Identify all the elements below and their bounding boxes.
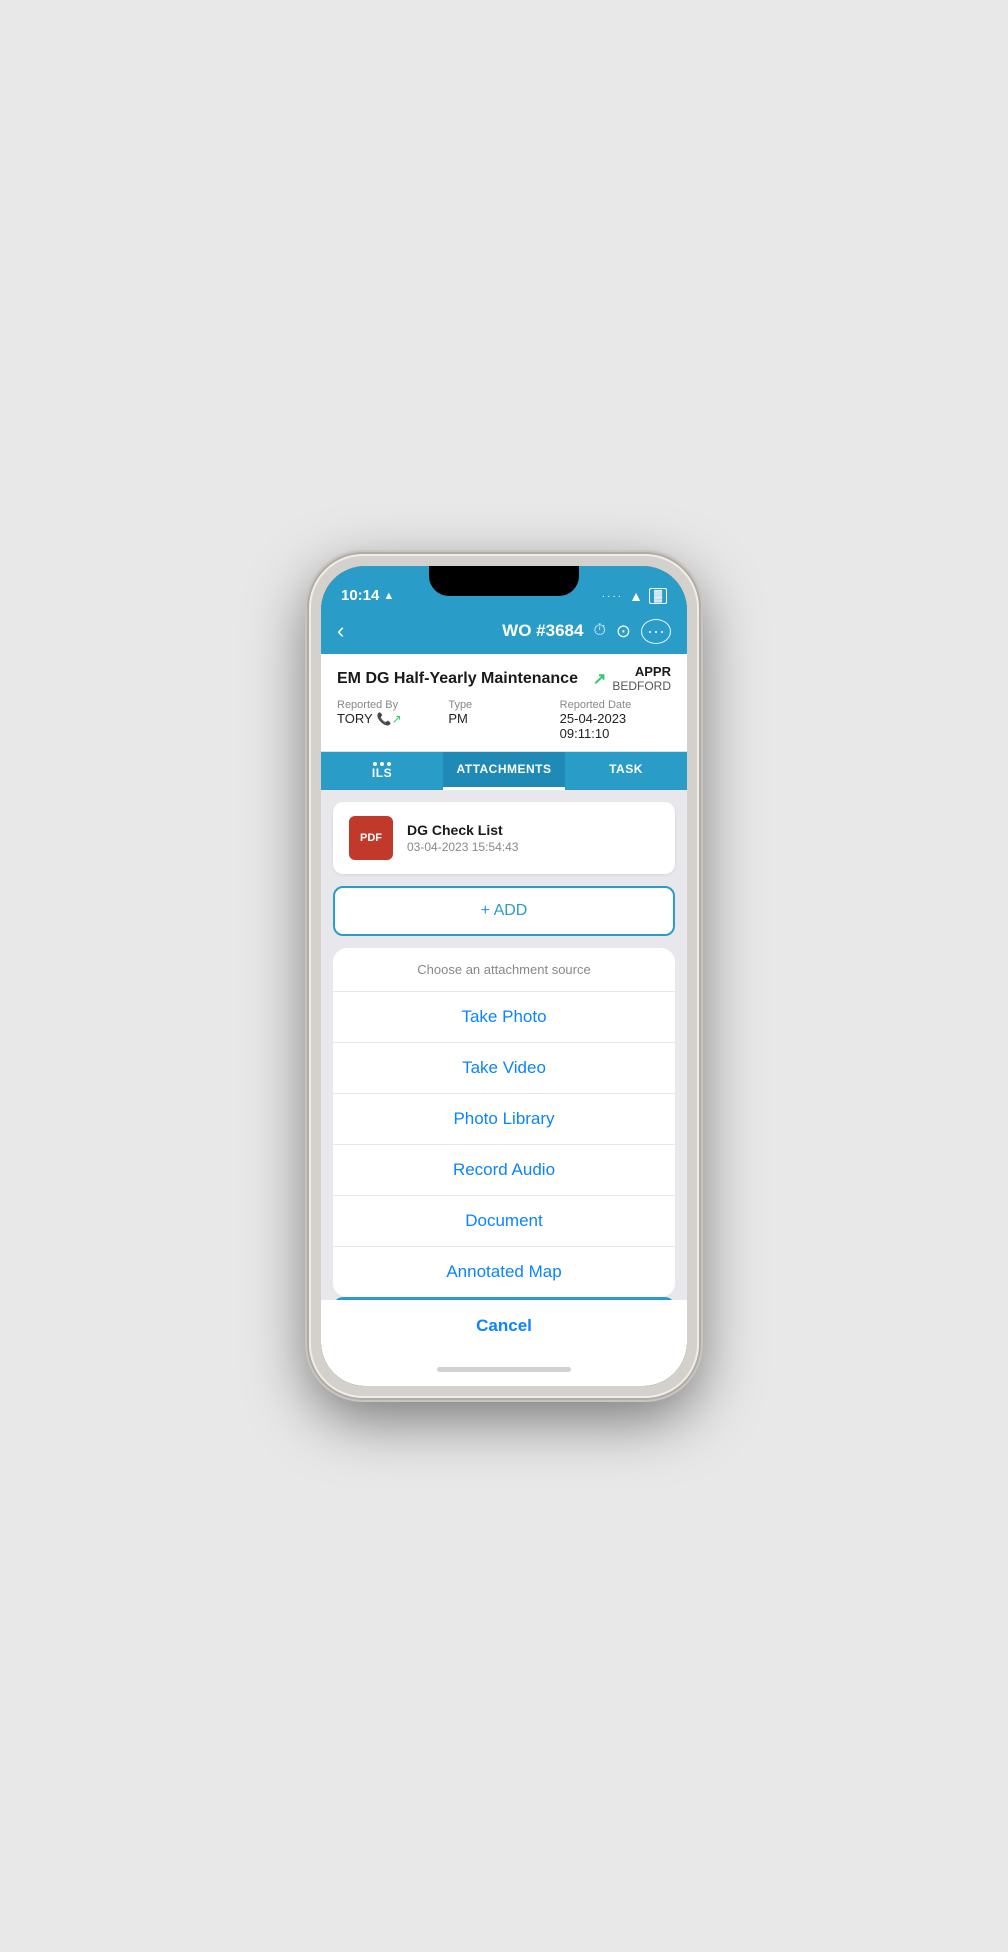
tab-task-label: TASK: [609, 762, 643, 776]
wo-info-bar: EM DG Half-Yearly Maintenance ↗ APPR BED…: [321, 654, 687, 752]
status-label: APPR: [612, 664, 671, 679]
tab-attachments[interactable]: ATTACHMENTS: [443, 752, 565, 790]
header-title-section: WO #3684 ⏱ ⊙ ···: [502, 619, 671, 644]
home-indicator: [321, 1352, 687, 1386]
phone-frame: 10:14 ▲ ···· ▲ ▓ ‹ WO #3684 ⏱ ⊙ ···: [309, 554, 699, 1398]
attachment-name: DG Check List: [407, 822, 518, 838]
document-option[interactable]: Document: [333, 1196, 675, 1247]
reported-by-value: TORY 📞↗: [337, 711, 448, 726]
pdf-badge: PDF: [349, 816, 393, 860]
type-label: Type: [448, 699, 559, 711]
signal-dots-icon: ····: [602, 591, 623, 602]
reported-date-label: Reported Date: [560, 699, 671, 711]
annotated-map-option[interactable]: Annotated Map: [333, 1247, 675, 1297]
tab-task[interactable]: TASK: [565, 752, 687, 790]
timer-icon[interactable]: ⏱: [593, 622, 605, 640]
wo-title: EM DG Half-Yearly Maintenance: [337, 670, 593, 688]
phone-inner: 10:14 ▲ ···· ▲ ▓ ‹ WO #3684 ⏱ ⊙ ···: [321, 566, 687, 1386]
main-content: PDF DG Check List 03-04-2023 15:54:43 + …: [321, 790, 687, 1300]
time-display: 10:14: [341, 587, 379, 604]
status-arrow-icon: ↗: [593, 669, 606, 689]
wo-header-title: WO #3684: [502, 621, 583, 641]
screen: 10:14 ▲ ···· ▲ ▓ ‹ WO #3684 ⏱ ⊙ ···: [321, 566, 687, 1386]
status-icons: ···· ▲ ▓: [602, 588, 667, 604]
reported-date-value: 25-04-2023 09:11:10: [560, 711, 671, 741]
take-photo-option[interactable]: Take Photo: [333, 992, 675, 1043]
tabs: ILS ATTACHMENTS TASK: [321, 752, 687, 790]
tab-details[interactable]: ILS: [321, 752, 443, 790]
take-video-option[interactable]: Take Video: [333, 1043, 675, 1094]
home-bar: [437, 1367, 571, 1372]
status-location: BEDFORD: [612, 679, 671, 693]
phone-call-icon[interactable]: 📞↗: [377, 712, 402, 726]
battery-icon: ▓: [649, 588, 667, 604]
tab-details-label: ILS: [372, 766, 392, 780]
header: ‹ WO #3684 ⏱ ⊙ ···: [321, 610, 687, 654]
action-sheet-title: Choose an attachment source: [333, 948, 675, 992]
cancel-button[interactable]: Cancel: [321, 1300, 687, 1352]
photo-library-option[interactable]: Photo Library: [333, 1094, 675, 1145]
reported-by-label: Reported By: [337, 699, 448, 711]
wo-status-section: ↗ APPR BEDFORD: [593, 664, 671, 693]
action-sheet: Choose an attachment source Take Photo T…: [333, 948, 675, 1297]
add-attachment-button[interactable]: + ADD: [333, 886, 675, 936]
back-button[interactable]: ‹: [337, 618, 367, 644]
status-time: 10:14 ▲: [341, 587, 394, 604]
location-arrow-icon: ▲: [383, 590, 394, 602]
tab-attachments-label: ATTACHMENTS: [456, 762, 551, 776]
wo-title-row: EM DG Half-Yearly Maintenance ↗ APPR BED…: [337, 664, 671, 693]
more-options-icon[interactable]: ···: [641, 619, 671, 644]
attachment-date: 03-04-2023 15:54:43: [407, 840, 518, 854]
wifi-icon: ▲: [629, 588, 643, 604]
reported-by-section: Reported By TORY 📞↗: [337, 699, 448, 741]
type-section: Type PM: [448, 699, 559, 741]
attachment-item[interactable]: PDF DG Check List 03-04-2023 15:54:43: [333, 802, 675, 874]
wo-meta-row: Reported By TORY 📞↗ Type PM Reported Dat…: [337, 699, 671, 741]
reported-date-section: Reported Date 25-04-2023 09:11:10: [560, 699, 671, 741]
attachment-info: DG Check List 03-04-2023 15:54:43: [407, 822, 518, 854]
type-value: PM: [448, 711, 559, 726]
location-pin-icon[interactable]: ⊙: [616, 621, 631, 642]
record-audio-option[interactable]: Record Audio: [333, 1145, 675, 1196]
wo-status: APPR BEDFORD: [612, 664, 671, 693]
notch: [429, 566, 579, 596]
